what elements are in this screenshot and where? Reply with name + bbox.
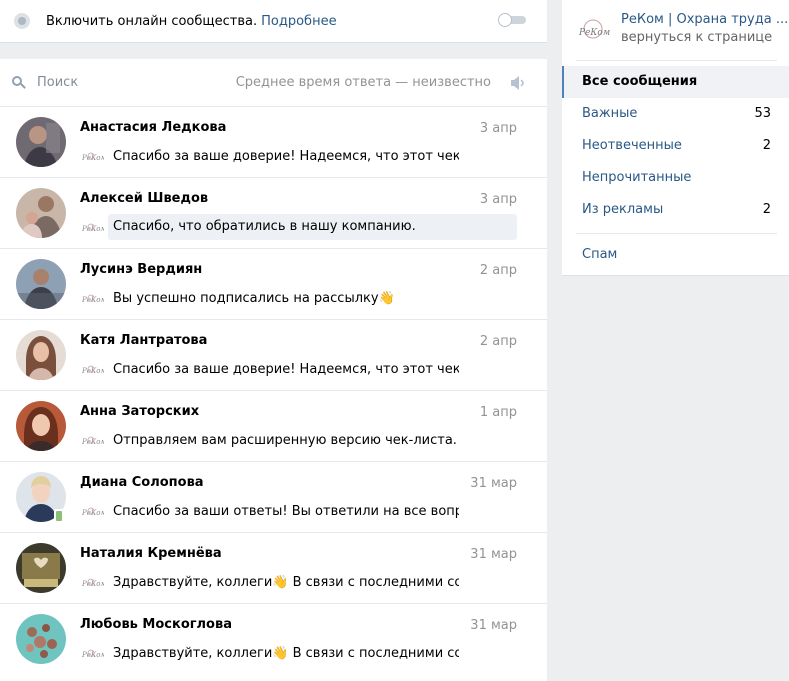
dialog-date: 1 апр: [479, 405, 517, 420]
dialog-date: 31 мар: [470, 618, 517, 633]
avatar: [16, 330, 66, 380]
divider: [576, 233, 777, 234]
search-icon: [12, 75, 26, 90]
dialog-item[interactable]: Диана Солопова 31 мар РеКом Спасибо за в…: [0, 462, 547, 533]
dialog-date: 2 апр: [479, 334, 517, 349]
dialog-name: Анна Заторских: [80, 404, 200, 419]
nav-label: Все сообщения: [582, 74, 698, 89]
dialog-preview-text: Вы успешно подписались на рассылку: [113, 291, 379, 306]
online-toggle-label: Включить онлайн сообщества.: [46, 13, 258, 29]
mobile-online-icon: [54, 509, 64, 523]
community-logo-icon: РеКом: [82, 649, 104, 659]
dialog-preview: Спасибо, что обратились в нашу компанию.: [108, 214, 517, 240]
nav-label: Неотвеченные: [582, 138, 682, 153]
svg-text:РеКом: РеКом: [578, 28, 610, 38]
dialog-date: 3 апр: [479, 121, 517, 136]
dialog-name: Катя Лантратова: [80, 333, 208, 348]
community-logo-icon: РеКом: [82, 365, 104, 375]
nav-count: 53: [754, 106, 771, 121]
search-input[interactable]: [37, 75, 237, 90]
dialog-date: 2 апр: [479, 263, 517, 278]
dialog-preview: Спасибо за ваши ответы! Вы ответили на в…: [113, 504, 459, 519]
filter-panel: РеКом РеКом | Охрана труда ... вернуться…: [562, 0, 789, 276]
dialog-preview: Вы успешно подписались на рассылку👋: [113, 291, 395, 306]
more-info-link[interactable]: Подробнее: [261, 14, 336, 29]
nav-label: Спам: [582, 247, 618, 262]
community-logo-icon: РеКом: [82, 507, 104, 517]
nav-label: Непрочитанные: [582, 170, 692, 185]
dialog-item[interactable]: Любовь Москоглова 31 мар РеКом Здравству…: [0, 604, 547, 675]
avatar: [16, 117, 66, 167]
dialog-preview: Здравствуйте, коллеги👋 В связи с последн…: [113, 646, 459, 661]
radio-icon[interactable]: [14, 13, 30, 29]
avatar: [16, 401, 66, 451]
dialog-name: Диана Солопова: [80, 475, 204, 490]
group-logo: РеКом: [578, 19, 610, 39]
nav-label: Из рекламы: [582, 202, 664, 217]
dialog-name: Алексей Шведов: [80, 191, 209, 206]
online-toggle-text: Включить онлайн сообщества. Подробнее: [46, 14, 337, 29]
divider: [576, 60, 777, 61]
search-row: Среднее время ответа — неизвестно: [0, 59, 547, 107]
speaker-icon[interactable]: [509, 75, 527, 91]
nav-count: 2: [762, 202, 771, 217]
nav-all-messages[interactable]: Все сообщения: [562, 66, 789, 98]
community-logo-icon: РеКом: [82, 152, 104, 162]
dialog-name: Анастасия Ледкова: [80, 120, 227, 135]
dialog-item[interactable]: Анастасия Ледкова 3 апр РеКом Спасибо за…: [0, 107, 547, 178]
nav-important[interactable]: Важные 53: [562, 98, 789, 130]
avatar: [16, 614, 66, 664]
dialog-name: Лусинэ Вердиян: [80, 262, 203, 277]
nav-label: Важные: [582, 106, 638, 121]
waving-hand-emoji: 👋: [272, 575, 289, 590]
dialog-preview: Отправляем вам расширенную версию чек-ли…: [113, 433, 459, 448]
dialog-preview: Спасибо за ваше доверие! Надеемся, что э…: [113, 362, 459, 377]
dialog-preview: Здравствуйте, коллеги👋 В связи с последн…: [113, 575, 459, 590]
community-logo-icon: РеКом: [82, 436, 104, 446]
dialog-preview-text: Здравствуйте, коллеги: [113, 646, 273, 661]
dialog-item[interactable]: Лусинэ Вердиян 2 апр РеКом Вы успешно по…: [0, 249, 547, 320]
dialog-item[interactable]: Наталия Кремнёва 31 мар РеКом Здравствуй…: [0, 533, 547, 604]
dialog-preview-text: В связи с последними соб...: [292, 575, 459, 590]
group-name-link[interactable]: РеКом | Охрана труда ...: [621, 12, 788, 27]
nav-from-ads[interactable]: Из рекламы 2: [562, 194, 789, 226]
dialog-date: 31 мар: [470, 476, 517, 491]
online-toggle-bar: Включить онлайн сообщества. Подробнее: [0, 0, 547, 43]
dialog-name: Наталия Кремнёва: [80, 546, 222, 561]
waving-hand-emoji: 👋: [378, 291, 395, 306]
community-logo-icon: РеКом: [82, 294, 104, 304]
community-logo-icon: РеКом: [82, 223, 104, 233]
community-logo-icon: РеКом: [82, 578, 104, 588]
group-header[interactable]: РеКом РеКом | Охрана труда ... вернуться…: [562, 0, 789, 60]
dialog-preview-text: В связи с последними соб...: [292, 646, 459, 661]
messages-panel: Среднее время ответа — неизвестно Анаста…: [0, 59, 547, 681]
response-time-text: Среднее время ответа — неизвестно: [235, 75, 491, 90]
dialog-date: 3 апр: [479, 192, 517, 207]
dialog-item[interactable]: Катя Лантратова 2 апр РеКом Спасибо за в…: [0, 320, 547, 391]
avatar: [16, 188, 66, 238]
dialog-name: Любовь Москоглова: [80, 617, 232, 632]
avatar: [16, 259, 66, 309]
back-to-page-link[interactable]: вернуться к странице: [621, 30, 772, 45]
nav-count: 2: [762, 138, 771, 153]
waving-hand-emoji: 👋: [272, 646, 289, 661]
switch-knob: [498, 13, 512, 27]
online-switch[interactable]: [498, 13, 526, 27]
nav-unanswered[interactable]: Неотвеченные 2: [562, 130, 789, 162]
dialog-date: 31 мар: [470, 547, 517, 562]
dialog-item[interactable]: Алексей Шведов 3 апр РеКом Спасибо, что …: [0, 178, 547, 249]
nav-spam[interactable]: Спам: [562, 239, 789, 271]
dialog-preview-text: Здравствуйте, коллеги: [113, 575, 273, 590]
nav-unread[interactable]: Непрочитанные: [562, 162, 789, 194]
dialog-item[interactable]: Анна Заторских 1 апр РеКом Отправляем ва…: [0, 391, 547, 462]
dialog-preview: Спасибо за ваше доверие! Надеемся, что э…: [113, 149, 459, 164]
avatar: [16, 543, 66, 593]
